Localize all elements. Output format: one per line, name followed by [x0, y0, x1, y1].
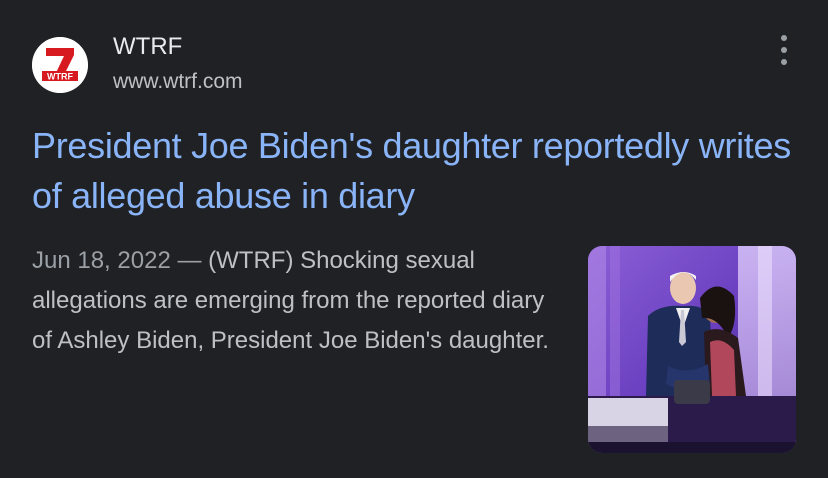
more-vert-icon[interactable] — [764, 30, 804, 70]
search-result-card: WTRF WTRF www.wtrf.com President Joe Bid… — [0, 0, 828, 478]
menu-dot — [781, 47, 787, 53]
logo-text: WTRF — [47, 72, 73, 82]
site-logo-icon[interactable]: WTRF — [32, 37, 88, 93]
site-url[interactable]: www.wtrf.com — [113, 67, 243, 97]
result-title-link[interactable]: President Joe Biden's daughter reportedl… — [32, 121, 802, 221]
menu-dot — [781, 35, 787, 41]
date-separator: — — [170, 247, 209, 274]
result-date: Jun 18, 2022 — [32, 247, 171, 274]
result-snippet: Jun 18, 2022 — (WTRF) Shocking sexual al… — [32, 241, 562, 361]
site-name[interactable]: WTRF — [113, 31, 182, 63]
result-thumbnail-image[interactable] — [588, 246, 796, 453]
menu-dot — [781, 59, 787, 65]
